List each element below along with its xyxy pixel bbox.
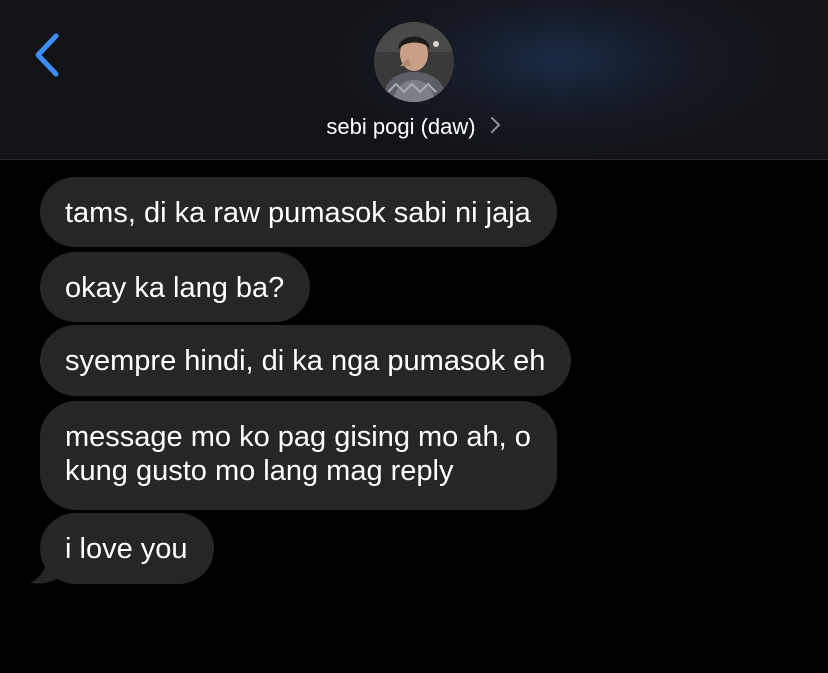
message-text: tams, di ka raw pumasok sabi ni jaja — [65, 197, 531, 229]
message-text: syempre hindi, di ka nga pumasok eh — [65, 345, 546, 377]
contact-name-button[interactable]: sebi pogi (daw) — [0, 112, 828, 141]
contact-name: sebi pogi (daw) — [326, 114, 476, 140]
message-text: kung gusto mo lang mag reply — [65, 455, 454, 487]
message-bubble[interactable]: okay ka lang ba? — [40, 252, 311, 322]
back-button[interactable] — [26, 30, 70, 82]
message-bubble[interactable]: message mo ko pag gising mo ah, o kung g… — [40, 401, 557, 510]
conversation-header: sebi pogi (daw) — [0, 0, 828, 160]
bubble-tail — [30, 552, 64, 584]
contact-avatar[interactable] — [374, 22, 454, 102]
chevron-right-icon — [490, 113, 502, 141]
message-text: i love you — [65, 533, 188, 565]
chevron-left-icon — [35, 33, 59, 77]
message-bubble[interactable]: syempre hindi, di ka nga pumasok eh — [40, 325, 572, 396]
message-text: okay ka lang ba? — [65, 272, 285, 304]
message-bubble[interactable]: tams, di ka raw pumasok sabi ni jaja — [40, 177, 557, 247]
message-text: message mo ko pag gising mo ah, o — [65, 421, 531, 453]
contact-photo — [374, 22, 454, 102]
